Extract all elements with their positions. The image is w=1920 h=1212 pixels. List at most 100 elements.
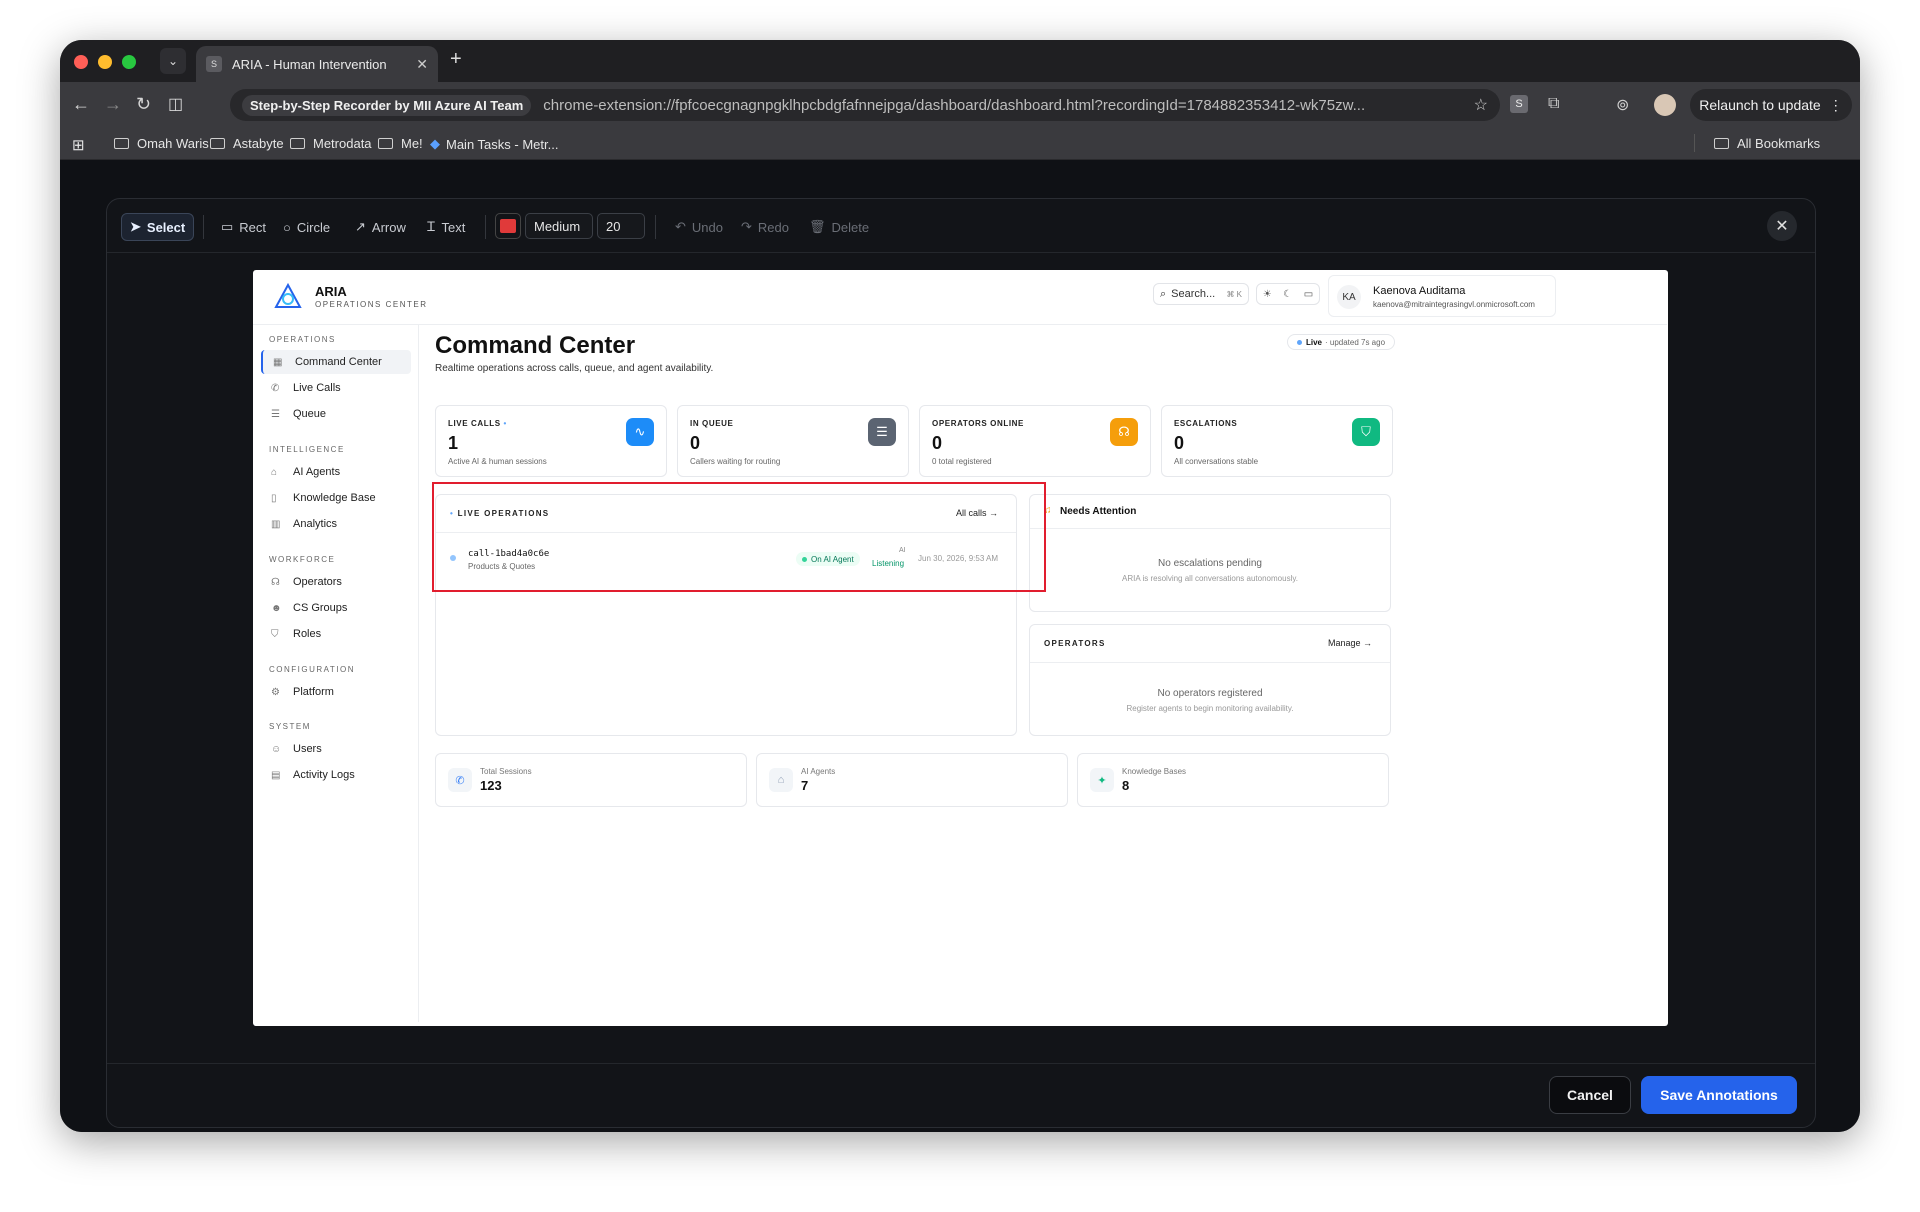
aria-header: ARIA OPERATIONS CENTER ⌕ Search... ⌘ K ☀… <box>253 270 1667 325</box>
all-bookmarks[interactable]: All Bookmarks <box>1714 136 1820 151</box>
sun-icon[interactable]: ☀ <box>1263 289 1272 300</box>
metric-value: 123 <box>480 778 502 793</box>
sidebar-item-knowledge-base[interactable]: ▯ Knowledge Base <box>261 486 411 510</box>
extensions-puzzle-icon[interactable]: ⧉ <box>1548 95 1559 113</box>
arrow-icon: ↗ <box>355 219 366 234</box>
search-input[interactable]: ⌕ Search... ⌘ K <box>1153 283 1249 305</box>
monitor-icon[interactable]: ▭ <box>1304 289 1313 300</box>
bookmarks-divider <box>1694 134 1695 152</box>
circle-tool-button[interactable]: ○ Circle <box>275 213 338 241</box>
redo-button[interactable]: ↷ Redo <box>733 213 797 241</box>
cursor-icon: ➤ <box>130 219 141 234</box>
text-tool-button[interactable]: Ꮖ Text <box>419 213 473 241</box>
profile-avatar[interactable] <box>1654 94 1676 116</box>
rect-tool-button[interactable]: ▭ Rect <box>213 213 274 241</box>
manage-link[interactable]: Manage → <box>1328 638 1372 648</box>
trash-icon: 🗑 <box>809 219 826 234</box>
cancel-button[interactable]: Cancel <box>1549 1076 1631 1114</box>
headset-icon: ☊ <box>271 576 280 588</box>
sidebar-item-command-center[interactable]: ▦ Command Center <box>261 350 411 374</box>
search-placeholder: Search... <box>1171 288 1216 300</box>
sidebar-item-label: CS Groups <box>293 602 348 614</box>
new-tab-button[interactable]: + <box>450 48 462 71</box>
sidebar-item-activity-logs[interactable]: ▤ Activity Logs <box>261 763 411 787</box>
brand-name: ARIA <box>315 284 347 299</box>
close-icon[interactable]: ✕ <box>1767 211 1797 241</box>
relaunch-button[interactable]: Relaunch to update ⋮ <box>1690 89 1852 121</box>
url-text[interactable]: chrome-extension://fpfcoecgnagnpgklhpcbd… <box>543 97 1465 114</box>
save-annotations-button[interactable]: Save Annotations <box>1641 1076 1797 1114</box>
folder-icon <box>378 138 393 149</box>
sidebar-item-roles[interactable]: ⛉ Roles <box>261 622 411 646</box>
bookmark-metrodata[interactable]: Metrodata <box>290 136 372 151</box>
active-tab[interactable]: S ARIA - Human Intervention ✕ <box>196 46 438 82</box>
maximize-window-button[interactable] <box>122 55 136 69</box>
bookmark-main-tasks[interactable]: ◆ Main Tasks - Metr... <box>430 136 558 152</box>
stat-card-escalations[interactable]: ESCALATIONS 0 All conversations stable ⛉ <box>1161 405 1393 477</box>
bookmark-astabyte[interactable]: Astabyte <box>210 136 284 151</box>
sidebar-item-users[interactable]: ☺ Users <box>261 737 411 761</box>
sidebar-item-platform[interactable]: ⚙ Platform <box>261 680 411 704</box>
select-tool-button[interactable]: ➤ Select <box>121 213 195 241</box>
bookmark-me[interactable]: Me! <box>378 136 423 151</box>
extension-site-chip[interactable]: Step-by-Step Recorder by MII Azure AI Te… <box>242 94 532 116</box>
metric-card-ai-agents[interactable]: ⌂ AI Agents 7 <box>756 753 1068 807</box>
delete-button[interactable]: 🗑 Delete <box>801 213 877 241</box>
page-subtitle: Realtime operations across calls, queue,… <box>435 363 714 374</box>
close-window-button[interactable] <box>74 55 88 69</box>
sidebar-item-live-calls[interactable]: ✆ Live Calls <box>261 376 411 400</box>
undo-icon: ↶ <box>675 219 686 234</box>
bot-icon: ⌂ <box>769 768 793 792</box>
close-tab-icon[interactable]: ✕ <box>416 56 428 73</box>
operators-panel: OPERATORS Manage → No operators register… <box>1029 624 1391 736</box>
color-swatch <box>500 219 516 233</box>
sidebar-section-configuration: CONFIGURATION <box>269 665 356 674</box>
book-icon: ▯ <box>271 492 277 504</box>
stat-desc: Active AI & human sessions <box>448 457 547 466</box>
folder-icon <box>114 138 129 149</box>
stat-desc: 0 total registered <box>932 457 992 466</box>
arrow-tool-button[interactable]: ↗ Arrow <box>347 213 414 241</box>
scroll-icon: ▤ <box>271 769 281 781</box>
reload-icon[interactable]: ↻ <box>136 94 151 115</box>
stat-card-live-calls[interactable]: LIVE CALLS • 1 Active AI & human session… <box>435 405 667 477</box>
font-size-input[interactable]: 20 <box>597 213 645 239</box>
apps-grid-icon[interactable]: ⊞ <box>72 136 85 154</box>
address-bar[interactable]: Step-by-Step Recorder by MII Azure AI Te… <box>230 89 1500 121</box>
tab-search-button[interactable]: ⌄ <box>160 48 186 74</box>
metric-card-knowledge-bases[interactable]: ✦ Knowledge Bases 8 <box>1077 753 1389 807</box>
stroke-width-select[interactable]: Medium <box>525 213 593 239</box>
sidebar-item-queue[interactable]: ☰ Queue <box>261 402 411 426</box>
moon-icon[interactable]: ☾ <box>1283 289 1292 300</box>
bookmark-label: Main Tasks - Metr... <box>446 136 559 152</box>
color-picker[interactable] <box>495 213 521 239</box>
sidebar-item-label: Users <box>293 743 322 755</box>
bookmark-star-icon[interactable]: ☆ <box>1474 95 1488 115</box>
live-label: Live <box>1305 337 1322 347</box>
stat-label: ESCALATIONS <box>1174 419 1238 428</box>
extension-s-icon[interactable]: S <box>1510 95 1528 113</box>
delete-label: Delete <box>831 219 870 235</box>
minimize-window-button[interactable] <box>98 55 112 69</box>
panel-header: ♫ Needs Attention <box>1030 495 1390 529</box>
live-updated: · updated 7s ago <box>1324 337 1386 347</box>
side-panel-icon[interactable]: ◫ <box>168 94 183 114</box>
sidebar-item-ai-agents[interactable]: ⌂ AI Agents <box>261 460 411 484</box>
sidebar-item-operators[interactable]: ☊ Operators <box>261 570 411 594</box>
forward-arrow-icon[interactable]: → <box>104 94 122 115</box>
sync-icon[interactable]: ⊚ <box>1616 95 1629 115</box>
undo-button[interactable]: ↶ Undo <box>667 213 731 241</box>
back-arrow-icon[interactable]: ← <box>72 94 90 115</box>
bookmark-omah-waris[interactable]: Omah Waris <box>114 136 209 151</box>
metric-card-total-sessions[interactable]: ✆ Total Sessions 123 <box>435 753 747 807</box>
stat-card-operators-online[interactable]: OPERATORS ONLINE 0 0 total registered ☊ <box>919 405 1151 477</box>
user-menu[interactable]: KA Kaenova Auditama kaenova@mitraintegra… <box>1328 275 1556 317</box>
sidebar-item-cs-groups[interactable]: ☻ CS Groups <box>261 596 411 620</box>
empty-title: No escalations pending <box>1158 558 1262 569</box>
annotation-rectangle[interactable] <box>432 482 1046 592</box>
sidebar-section-operations: OPERATIONS <box>269 335 336 344</box>
sidebar-item-label: Analytics <box>293 518 338 530</box>
sidebar-item-analytics[interactable]: ▥ Analytics <box>261 512 411 536</box>
stat-card-in-queue[interactable]: IN QUEUE 0 Callers waiting for routing ☰ <box>677 405 909 477</box>
captured-screenshot[interactable]: ARIA OPERATIONS CENTER ⌕ Search... ⌘ K ☀… <box>253 270 1668 1026</box>
